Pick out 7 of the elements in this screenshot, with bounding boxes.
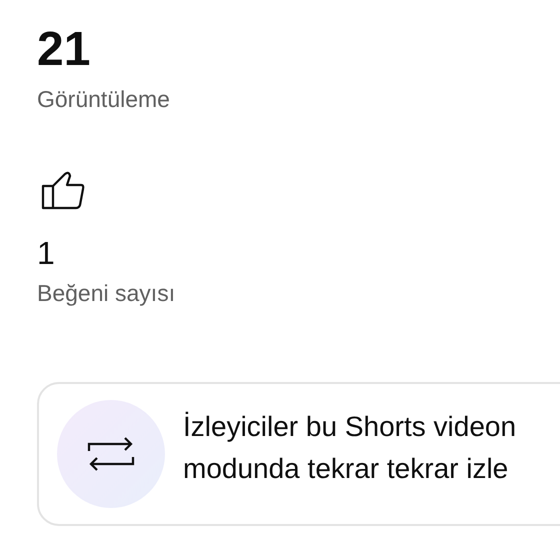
- info-text-line: modunda tekrar tekrar izle: [183, 452, 510, 486]
- view-count: 21: [37, 22, 92, 78]
- thumbs-up-icon: [41, 170, 85, 210]
- likes-label: Beğeni sayısı: [37, 279, 176, 308]
- like-count: 1: [37, 234, 56, 272]
- views-label: Görüntüleme: [37, 85, 171, 114]
- info-text-line: İzleyiciler bu Shorts videon: [183, 410, 516, 444]
